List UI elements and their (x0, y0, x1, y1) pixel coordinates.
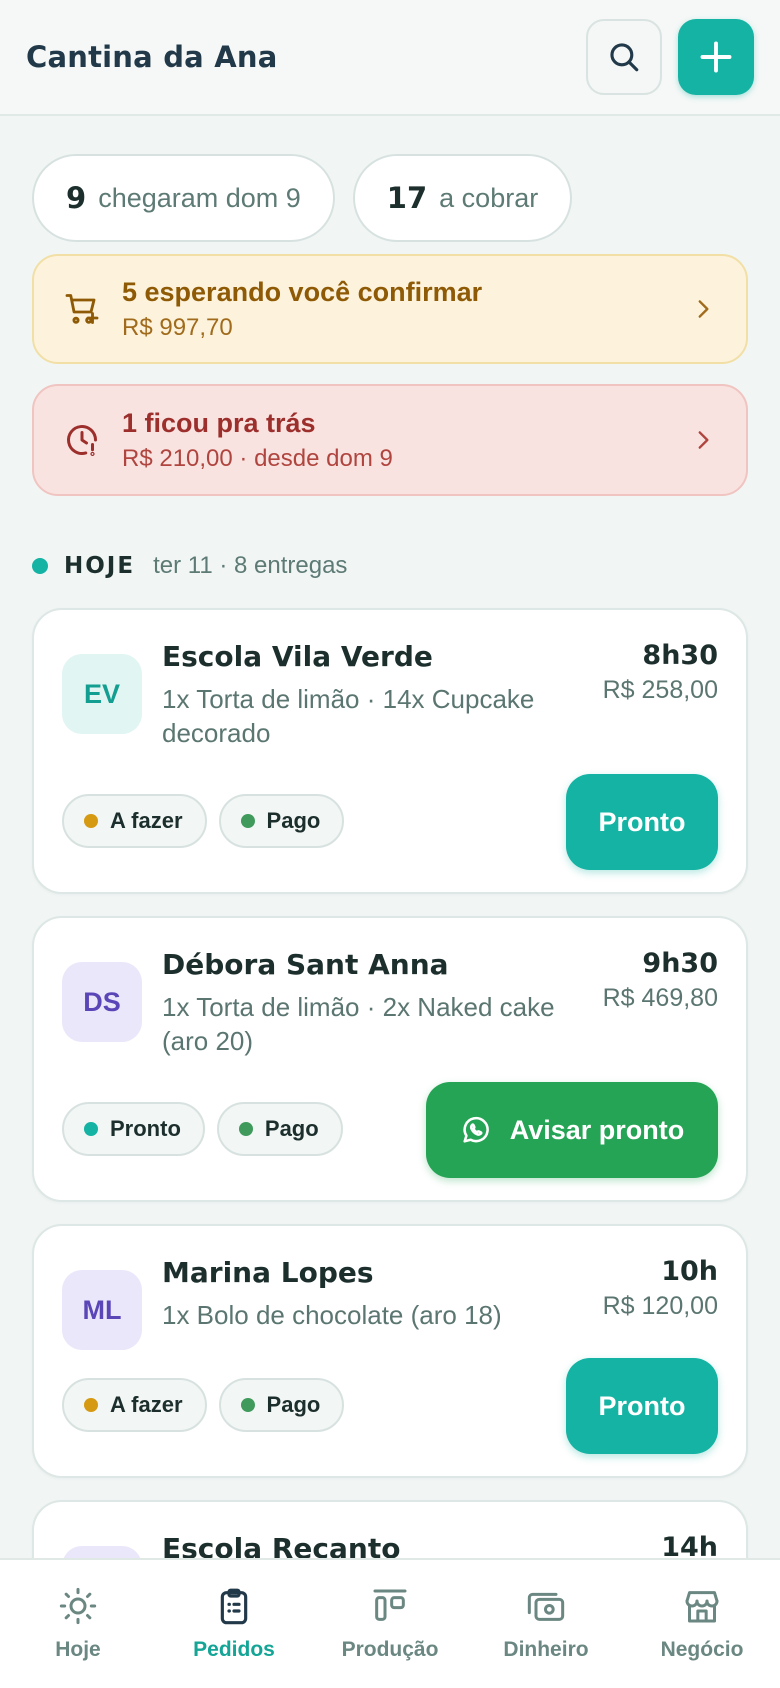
clock-alert-icon (67, 425, 97, 457)
whatsapp-icon (463, 1116, 489, 1143)
chevron-right-icon (698, 300, 709, 318)
status-badge[interactable]: Pronto (62, 1102, 205, 1156)
tab-dinheiro[interactable]: Dinheiro (468, 1560, 624, 1688)
avatar: DS (62, 962, 142, 1042)
production-icon (373, 1589, 407, 1621)
stat-to-collect-pill[interactable]: 17 a cobrar (352, 154, 573, 242)
cart-plus-icon (65, 294, 99, 324)
payment-dot (238, 1122, 253, 1136)
payment-label: Pago (266, 808, 321, 833)
day-section-header: HOJE ter 11 · 8 entregas (32, 552, 347, 580)
tab-negocio[interactable]: Negócio (624, 1560, 780, 1688)
money-icon (527, 1592, 565, 1621)
payment-badge[interactable]: Pago (218, 1378, 345, 1432)
mark-ready-button[interactable]: Pronto (566, 774, 718, 870)
delivery-time: 8h30 (642, 640, 718, 671)
order-card[interactable]: ML Marina Lopes 1x Bolo de chocolate (ar… (32, 1224, 748, 1478)
stat-count: 17 (386, 181, 428, 215)
day-label: HOJE (64, 553, 136, 579)
app-title: Cantina da Ana (26, 40, 278, 74)
tab-label: Produção (341, 1638, 439, 1661)
order-price: R$ 469,80 (602, 984, 718, 1012)
tab-label: Hoje (55, 1638, 101, 1661)
pending-confirmation-alert[interactable]: 5 esperando você confirmar R$ 997,70 (32, 254, 748, 364)
sun-icon (59, 1587, 97, 1625)
delivery-time: 9h30 (642, 948, 718, 979)
order-tags: A fazer Pago (62, 794, 345, 848)
overdue-alert[interactable]: 1 ficou pra trás R$ 210,00 · desde dom 9 (32, 384, 748, 496)
plus-icon (700, 41, 732, 73)
status-label: A fazer (110, 808, 183, 833)
payment-label: Pago (266, 1392, 321, 1417)
payment-dot (240, 814, 255, 828)
status-badge[interactable]: A fazer (62, 1378, 207, 1432)
avatar: ML (62, 1270, 142, 1350)
status-label: Pronto (110, 1116, 181, 1141)
tab-producao[interactable]: Produção (312, 1560, 468, 1688)
alert-subtitle: R$ 997,70 (122, 313, 233, 341)
notify-ready-button[interactable]: Avisar pronto (426, 1082, 718, 1178)
stat-count: 9 (66, 181, 87, 215)
customer-name: Marina Lopes (162, 1256, 374, 1289)
payment-badge[interactable]: Pago (218, 794, 345, 848)
order-card[interactable]: EV Escola Vila Verde 1x Torta de limão ·… (32, 608, 748, 894)
customer-name: Escola Vila Verde (162, 640, 433, 673)
status-badge[interactable]: A fazer (62, 794, 207, 848)
notify-ready-label: Avisar pronto (509, 1114, 685, 1145)
app-header: Cantina da Ana (0, 0, 780, 116)
stat-label: chegaram dom 9 (98, 182, 301, 213)
alert-title: 1 ficou pra trás (122, 407, 316, 438)
stat-label: a cobrar (439, 182, 539, 213)
clipboard-icon (220, 1588, 248, 1625)
mark-ready-button[interactable]: Pronto (566, 1358, 718, 1454)
day-info: ter 11 · 8 entregas (153, 552, 348, 579)
status-dot (84, 1122, 98, 1136)
order-card[interactable]: DS Débora Sant Anna 1x Torta de limão · … (32, 916, 748, 1202)
tab-label: Dinheiro (503, 1638, 589, 1661)
alert-title: 5 esperando você confirmar (122, 276, 483, 307)
status-dot (84, 1398, 98, 1412)
delivery-time: 10h (661, 1256, 718, 1287)
tab-label: Negócio (660, 1638, 744, 1661)
order-items: 1x Torta de limão · 14x Cupcake decorado (162, 684, 535, 748)
status-label: A fazer (110, 1392, 183, 1417)
bottom-tab-bar: Hoje Pedidos Produção Dinheiro Negócio (0, 1558, 780, 1688)
order-tags: A fazer Pago (62, 1378, 345, 1432)
payment-dot (240, 1398, 255, 1412)
order-tags: Pronto Pago (62, 1102, 343, 1156)
today-dot (32, 558, 48, 574)
search-icon (610, 43, 639, 72)
tab-hoje[interactable]: Hoje (0, 1560, 156, 1688)
stats-pills: 9 chegaram dom 9 17 a cobrar (32, 154, 573, 242)
search-button[interactable] (586, 19, 662, 95)
add-order-button[interactable] (678, 19, 754, 95)
status-dot (84, 814, 98, 828)
payment-badge[interactable]: Pago (216, 1102, 343, 1156)
chevron-right-icon (698, 431, 709, 449)
tab-label: Pedidos (193, 1638, 275, 1661)
order-price: R$ 258,00 (602, 676, 718, 704)
alert-subtitle: R$ 210,00 · desde dom 9 (122, 444, 393, 472)
avatar: EV (62, 654, 142, 734)
order-items: 1x Bolo de chocolate (aro 18) (162, 1300, 502, 1330)
order-price: R$ 120,00 (602, 1292, 718, 1320)
stat-arrived-pill[interactable]: 9 chegaram dom 9 (32, 154, 335, 242)
store-icon (685, 1591, 719, 1623)
tab-pedidos[interactable]: Pedidos (156, 1560, 312, 1688)
customer-name: Débora Sant Anna (162, 948, 449, 981)
payment-label: Pago (264, 1116, 319, 1141)
order-items: 1x Torta de limão · 2x Naked cake (aro 2… (162, 992, 555, 1056)
